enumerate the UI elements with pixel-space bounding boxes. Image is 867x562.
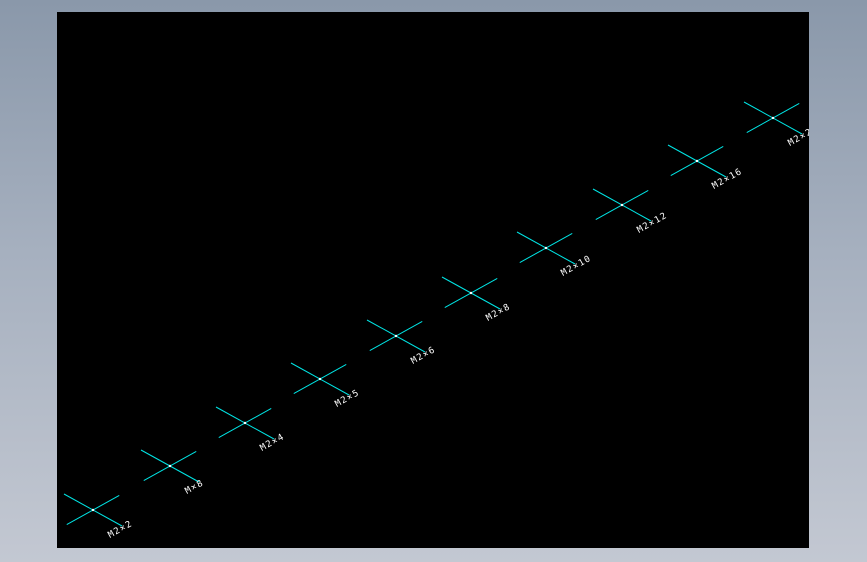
screw-hole-symbol[interactable]: M2×4 bbox=[215, 406, 287, 454]
screw-size-label: M2×5 bbox=[334, 388, 362, 410]
hole-center-point bbox=[168, 464, 172, 468]
hole-center-point bbox=[771, 116, 775, 120]
screw-hole-symbol[interactable]: M2×10 bbox=[516, 231, 594, 279]
screw-hole-symbol[interactable]: M2×2 bbox=[63, 493, 135, 541]
hole-center-point bbox=[243, 421, 247, 425]
screw-hole-symbol[interactable]: M2×5 bbox=[290, 362, 362, 410]
screw-hole-symbol[interactable]: M2×6 bbox=[366, 319, 438, 367]
hole-center-point bbox=[469, 291, 473, 295]
hole-center-point bbox=[394, 334, 398, 338]
screw-size-label: M2×16 bbox=[711, 167, 745, 192]
screw-size-label: M2×10 bbox=[560, 254, 594, 279]
hole-center-point bbox=[318, 377, 322, 381]
screw-size-label: M×8 bbox=[184, 478, 206, 496]
drawing-canvas[interactable]: M2×2 M×8 M2×4 M2×5 M2×6 M2×8 M2×10 M2×12 M2×16 M2… bbox=[57, 12, 809, 548]
screw-hole-symbol[interactable]: M2×20 bbox=[743, 101, 809, 149]
screw-size-label: M2×2 bbox=[107, 519, 135, 541]
hole-center-point bbox=[544, 246, 548, 250]
hole-center-point bbox=[620, 203, 624, 207]
screw-size-label: M2×8 bbox=[485, 302, 513, 324]
screw-size-label: M2×6 bbox=[410, 345, 438, 367]
screw-size-label: M2×12 bbox=[636, 211, 670, 236]
screw-hole-symbol[interactable]: M×8 bbox=[140, 449, 206, 497]
screw-hole-symbol[interactable]: M2×12 bbox=[592, 188, 670, 236]
screw-hole-symbol[interactable]: M2×16 bbox=[667, 144, 745, 192]
screw-hole-symbol[interactable]: M2×8 bbox=[441, 276, 513, 324]
cad-drawing-viewport[interactable]: M2×2 M×8 M2×4 M2×5 M2×6 M2×8 M2×10 M2×12 M2×16 M2… bbox=[57, 12, 809, 548]
screw-size-label: M2×4 bbox=[259, 432, 287, 454]
hole-center-point bbox=[695, 159, 699, 163]
hole-center-point bbox=[91, 508, 95, 512]
